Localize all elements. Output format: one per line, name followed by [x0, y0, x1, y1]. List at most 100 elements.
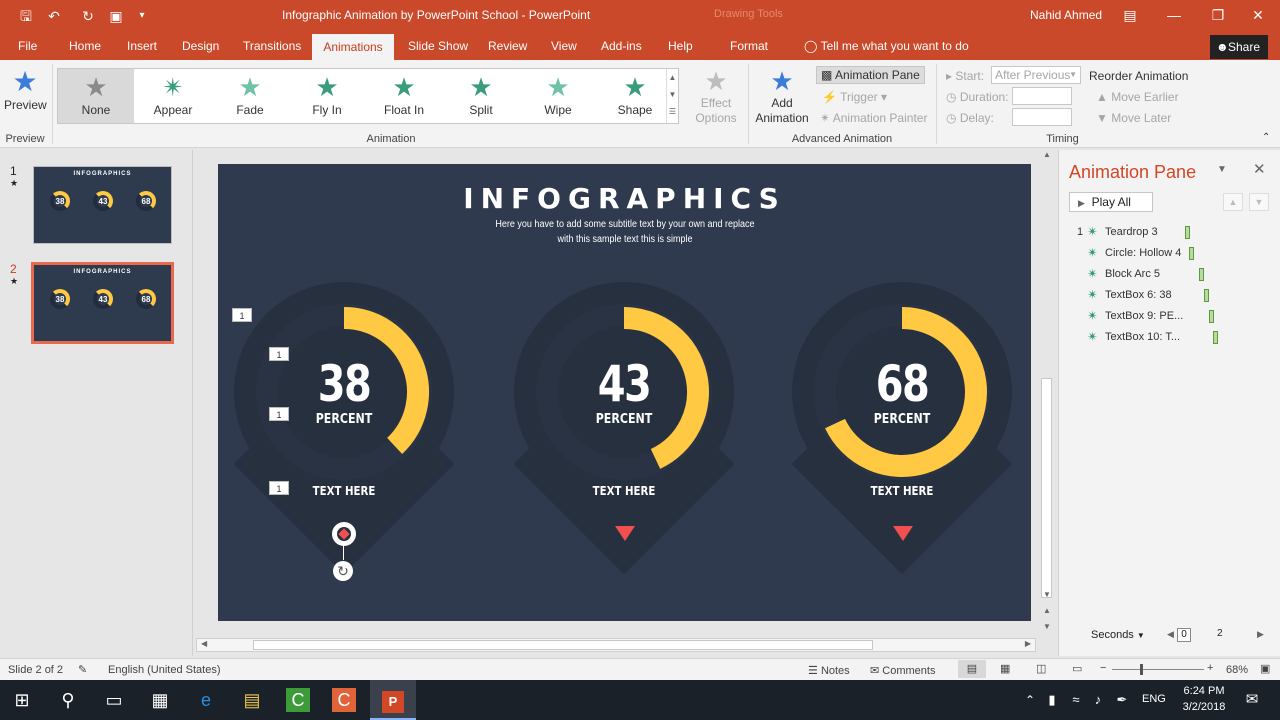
timeline-bar[interactable]	[1199, 268, 1204, 281]
add-animation-button[interactable]: ★ Add Animation	[752, 66, 812, 126]
reading-view-icon[interactable]: ◫	[1036, 662, 1046, 675]
start-dropdown[interactable]: After Previous ▼	[991, 66, 1081, 84]
volume-icon[interactable]: ♪	[1086, 688, 1110, 712]
scroll-down-icon[interactable]: ▼	[1040, 590, 1054, 599]
gallery-float-in[interactable]: ★ Float In	[366, 69, 442, 123]
tab-add-ins[interactable]: Add-ins	[593, 32, 650, 60]
animation-item[interactable]: 1 ✴ Teardrop 3	[1059, 223, 1280, 243]
close-pane-icon[interactable]: ✕	[1253, 160, 1266, 178]
seconds-dropdown[interactable]: Seconds ▼	[1091, 629, 1145, 641]
user-name[interactable]: Nahid Ahmed	[1030, 8, 1102, 22]
animation-order-tag[interactable]: 1	[232, 308, 252, 322]
normal-view-icon[interactable]: ▤	[958, 660, 986, 678]
animation-item[interactable]: ✴ Block Arc 5	[1059, 265, 1280, 285]
recorder-icon[interactable]: C	[332, 688, 356, 712]
minimize-button[interactable]: —	[1152, 0, 1196, 32]
gallery-none[interactable]: ★ None	[58, 69, 134, 123]
zoom-slider[interactable]	[1112, 669, 1204, 670]
card-caption[interactable]: TEXT HERE	[843, 484, 962, 498]
collapse-ribbon-icon[interactable]: ⌃	[1262, 132, 1270, 143]
h-scroll-thumb[interactable]	[253, 640, 873, 650]
rotate-handle-icon[interactable]: ↻	[333, 561, 353, 581]
pane-options-icon[interactable]: ▼	[1217, 164, 1227, 175]
move-up-icon[interactable]: ▲	[1223, 193, 1243, 211]
tab-slide-show[interactable]: Slide Show	[400, 32, 476, 60]
slide-canvas[interactable]: INFOGRAPHICS Here you have to add some s…	[218, 164, 1031, 621]
tab-animations[interactable]: Animations	[312, 34, 394, 60]
play-all-button[interactable]: ▶ Play All	[1069, 192, 1153, 212]
clock-date[interactable]: 3/2/2018	[1178, 701, 1230, 713]
wifi-icon[interactable]: ≈	[1064, 688, 1088, 712]
motion-path-handle[interactable]	[332, 522, 356, 546]
tab-design[interactable]: Design	[174, 32, 227, 60]
gallery-fly-in[interactable]: ★ Fly In	[289, 69, 365, 123]
timeline-right-icon[interactable]: ▶	[1257, 629, 1264, 640]
timeline-bar[interactable]	[1189, 247, 1194, 260]
percent-label[interactable]: PERCENT	[851, 412, 953, 427]
comments-button[interactable]: ✉ Comments	[870, 664, 935, 677]
redo-icon[interactable]: ↻	[78, 6, 98, 26]
scroll-up-icon[interactable]: ▲	[1040, 150, 1054, 159]
timeline-bar[interactable]	[1204, 289, 1209, 302]
clock-time[interactable]: 6:24 PM	[1178, 685, 1230, 697]
scroll-thumb[interactable]	[1041, 378, 1052, 598]
move-later-button[interactable]: ▼ Move Later	[1096, 111, 1171, 125]
scroll-left-icon[interactable]: ◀	[201, 639, 207, 648]
timeline-bar[interactable]	[1185, 226, 1190, 239]
fit-slide-icon[interactable]: ▣	[1260, 662, 1270, 675]
camtasia-icon[interactable]: C	[286, 688, 310, 712]
percent-label[interactable]: PERCENT	[573, 412, 675, 427]
tab-format[interactable]: Format	[722, 32, 776, 60]
animation-item[interactable]: ✴ TextBox 6: 38	[1059, 286, 1280, 306]
zoom-out-icon[interactable]: −	[1100, 662, 1106, 674]
tab-home[interactable]: Home	[61, 32, 109, 60]
tab-transitions[interactable]: Transitions	[235, 32, 309, 60]
slide-subtitle[interactable]: Here you have to add some subtitle text …	[495, 217, 756, 247]
next-slide-icon[interactable]: ▼	[1040, 622, 1054, 631]
marker-triangle[interactable]	[893, 526, 913, 541]
zoom-level[interactable]: 68%	[1226, 664, 1248, 676]
preview-button[interactable]: ★ Preview	[4, 66, 47, 112]
store-icon[interactable]: ▦	[148, 688, 172, 712]
close-button[interactable]: ✕	[1236, 0, 1280, 32]
tray-overflow-icon[interactable]: ⌃	[1018, 688, 1042, 712]
animation-pane-button[interactable]: ▩ Animation Pane	[816, 66, 925, 84]
animation-item[interactable]: ✴ TextBox 9: PE...	[1059, 307, 1280, 327]
marker-triangle[interactable]	[615, 526, 635, 541]
trigger-button[interactable]: ⚡ Trigger ▾	[822, 90, 887, 104]
windows-start-icon[interactable]: ⊞	[10, 688, 34, 712]
slide-title[interactable]: INFOGRAPHICS	[218, 182, 1031, 215]
search-icon[interactable]: ⚲	[56, 688, 80, 712]
edge-icon[interactable]: e	[194, 688, 218, 712]
restore-button[interactable]: ❐	[1196, 0, 1240, 32]
percent-label[interactable]: PERCENT	[293, 412, 395, 427]
animation-order-tag[interactable]: 1	[269, 347, 289, 361]
slide-thumbnail-2[interactable]: INFOGRAPHICS 38 43 68	[31, 262, 174, 344]
present-icon[interactable]: ▣	[106, 6, 126, 26]
card-caption[interactable]: TEXT HERE	[565, 484, 684, 498]
pen-icon[interactable]: ✒	[1110, 688, 1134, 712]
percent-value[interactable]: 68	[854, 358, 950, 410]
tab-file[interactable]: File	[10, 32, 45, 60]
spell-check-icon[interactable]: ✎	[78, 663, 87, 676]
timeline-bar[interactable]	[1209, 310, 1214, 323]
animation-item[interactable]: ✴ Circle: Hollow 4	[1059, 244, 1280, 264]
gallery-scroll[interactable]: ▲ ▼ ☰	[666, 69, 678, 123]
card-caption[interactable]: TEXT HERE	[285, 484, 404, 498]
slideshow-view-icon[interactable]: ▭	[1072, 662, 1082, 675]
powerpoint-taskbar-icon[interactable]: P	[370, 680, 416, 720]
tell-me-box[interactable]: ◯ Tell me what you want to do	[796, 32, 977, 60]
animation-painter-button[interactable]: ✴ Animation Painter	[820, 111, 927, 125]
gallery-shape[interactable]: ★ Shape	[597, 69, 673, 123]
save-icon[interactable]: 🖫	[16, 6, 36, 26]
horizontal-scrollbar[interactable]: ◀ ▶	[196, 638, 1036, 652]
previous-slide-icon[interactable]: ▲	[1040, 606, 1054, 615]
task-view-icon[interactable]: ▭	[102, 688, 126, 712]
tab-insert[interactable]: Insert	[119, 32, 165, 60]
animation-item[interactable]: ✴ TextBox 10: T...	[1059, 328, 1280, 348]
notes-button[interactable]: ☰ Notes	[808, 664, 850, 677]
slide-thumbnail-1[interactable]: INFOGRAPHICS 38 43 68	[33, 166, 172, 244]
customize-qat-icon[interactable]: ▾	[132, 6, 152, 26]
gallery-appear[interactable]: ✴ Appear	[135, 69, 211, 123]
timeline-left-icon[interactable]: ◀	[1167, 629, 1174, 640]
